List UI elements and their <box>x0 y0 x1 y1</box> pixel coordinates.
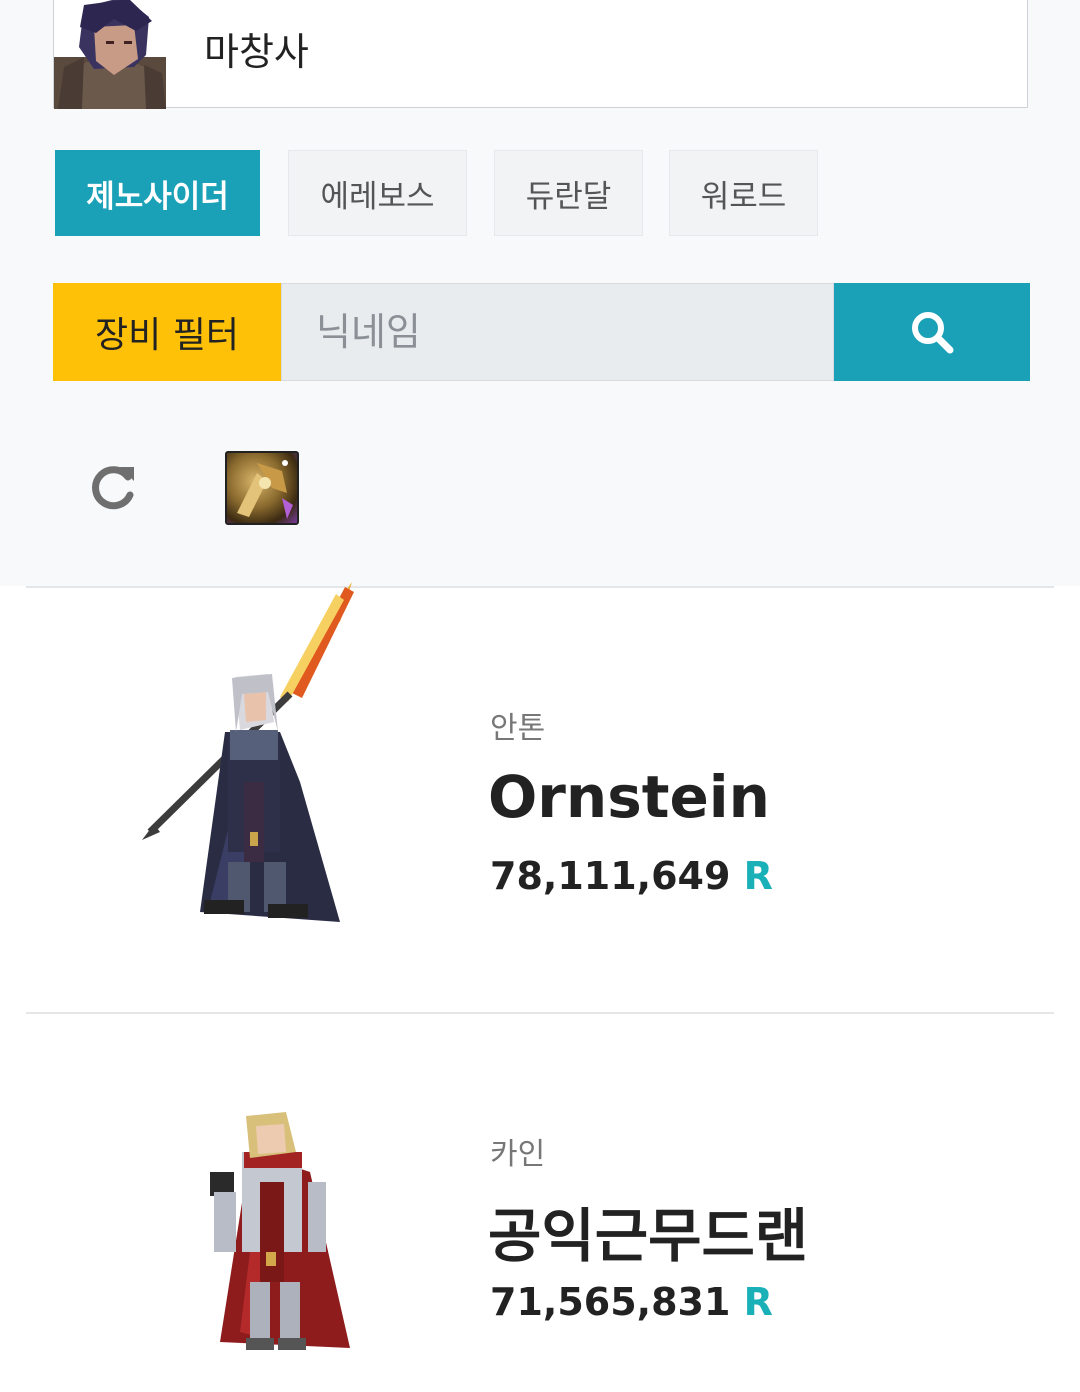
class-name: 마창사 <box>204 30 309 74</box>
tab-server-erebos[interactable]: 에레보스 <box>288 150 467 236</box>
score-unit: R <box>743 1280 773 1324</box>
class-selector[interactable]: 마창사 <box>53 0 1028 109</box>
tab-server-warlord[interactable]: 워로드 <box>669 150 818 236</box>
tab-label: 워로드 <box>700 178 787 215</box>
search-panel: 마창사 제노사이더 에레보스 듀란달 워로드 장비 필터 <box>0 0 1080 586</box>
guild-name: 카인 <box>490 1137 546 1172</box>
player-nickname[interactable]: Ornstein <box>488 763 770 831</box>
equipment-item-icon[interactable] <box>225 451 299 525</box>
refresh-icon <box>92 466 134 510</box>
player-score: 78,111,649 R <box>490 854 773 898</box>
player-nickname[interactable]: 공익근무드랜 <box>488 1189 808 1273</box>
guild-name: 안톤 <box>490 711 546 746</box>
character-sprite <box>210 1112 350 1350</box>
tab-server-genocider[interactable]: 제노사이더 <box>55 150 260 236</box>
filter-label: 장비 필터 <box>95 315 239 356</box>
tab-server-durandal[interactable]: 듀란달 <box>494 150 643 236</box>
score-value: 71,565,831 <box>490 1280 731 1324</box>
tab-label: 제노사이더 <box>86 178 229 215</box>
score-unit: R <box>743 854 773 898</box>
refresh-button[interactable] <box>84 455 144 515</box>
search-icon <box>912 312 954 354</box>
class-avatar <box>54 0 166 109</box>
score-value: 78,111,649 <box>490 854 731 898</box>
ranking-row[interactable]: 안톤 Ornstein 78,111,649 R <box>0 582 1080 1012</box>
nickname-search-input[interactable] <box>281 283 834 381</box>
player-score: 71,565,831 R <box>490 1280 773 1324</box>
tab-label: 듀란달 <box>525 178 612 215</box>
tab-label: 에레보스 <box>320 178 435 215</box>
ranking-row[interactable]: 카인 공익근무드랜 71,565,831 R <box>0 1014 1080 1392</box>
character-sprite <box>142 582 354 922</box>
search-button[interactable] <box>834 283 1030 381</box>
equipment-filter-button[interactable]: 장비 필터 <box>53 283 281 381</box>
